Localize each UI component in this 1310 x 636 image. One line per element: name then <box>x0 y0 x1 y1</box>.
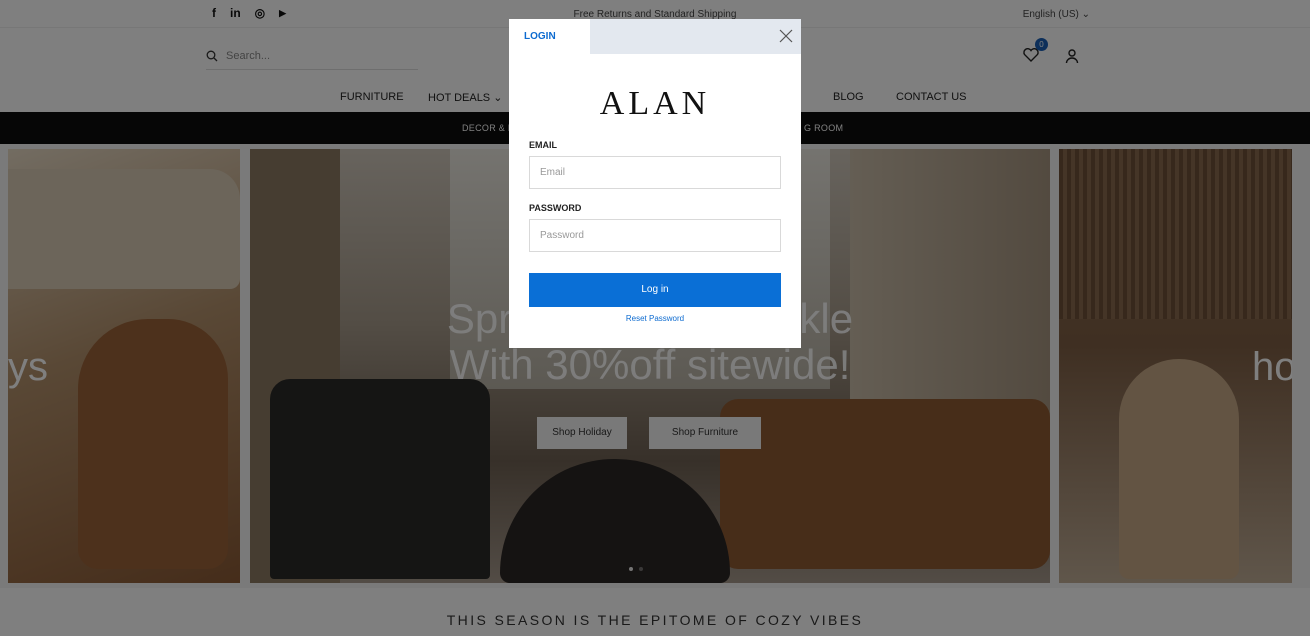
reset-password-link[interactable]: Reset Password <box>509 314 801 323</box>
email-label: EMAIL <box>529 140 557 150</box>
password-label: PASSWORD <box>529 203 582 213</box>
close-icon[interactable] <box>777 27 795 45</box>
login-modal: LOGIN ALAN EMAIL Email PASSWORD Password… <box>509 19 801 348</box>
login-button[interactable]: Log in <box>529 273 781 307</box>
tab-login[interactable]: LOGIN <box>509 19 590 54</box>
email-field[interactable]: Email <box>529 156 781 189</box>
password-field[interactable]: Password <box>529 219 781 252</box>
brand-logo: ALAN <box>599 85 711 122</box>
modal-header: LOGIN <box>509 19 801 54</box>
